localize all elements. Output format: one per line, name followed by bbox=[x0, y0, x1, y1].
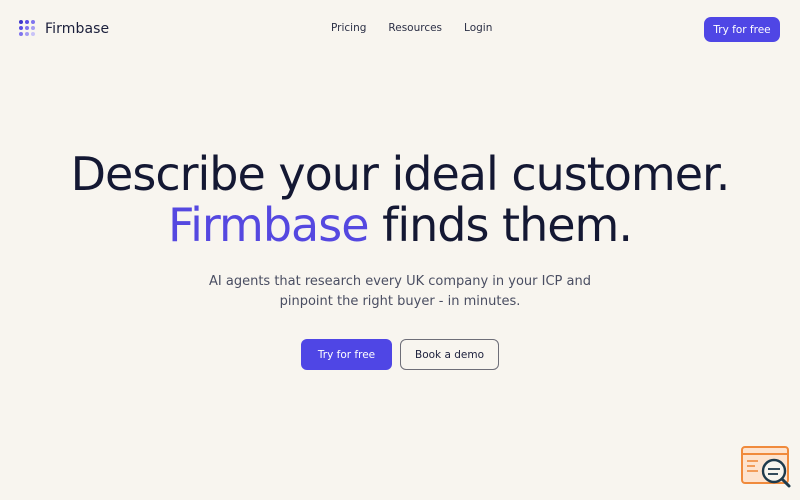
header-try-free-button[interactable]: Try for free bbox=[704, 17, 780, 42]
search-chat-widget-icon[interactable] bbox=[740, 444, 792, 490]
landing-page: Firmbase Pricing Resources Login Try for… bbox=[0, 0, 800, 500]
hero-try-free-button[interactable]: Try for free bbox=[301, 339, 392, 370]
hero-cta-group: Try for free Book a demo bbox=[301, 339, 499, 370]
main-nav: Pricing Resources Login bbox=[331, 22, 492, 34]
hero-headline-line-2: Firmbase finds them. bbox=[0, 200, 800, 251]
nav-item-resources[interactable]: Resources bbox=[388, 22, 442, 34]
hero-subtitle-line-1: AI agents that research every UK company… bbox=[209, 274, 591, 289]
brand-name: Firmbase bbox=[45, 20, 110, 37]
hero-headline-accent: Firmbase bbox=[168, 198, 369, 252]
hero-headline-rest: finds them. bbox=[368, 198, 633, 252]
hero-headline-line-1: Describe your ideal customer. bbox=[70, 147, 731, 201]
dot-grid-icon bbox=[19, 20, 36, 37]
logo-link[interactable]: Firmbase bbox=[19, 20, 109, 37]
site-header: Firmbase Pricing Resources Login Try for… bbox=[0, 0, 800, 60]
hero-subtitle-line-2: pinpoint the right buyer - in minutes. bbox=[279, 294, 521, 309]
book-demo-button[interactable]: Book a demo bbox=[400, 339, 499, 370]
hero-headline: Describe your ideal customer. Firmbase f… bbox=[0, 149, 800, 251]
nav-item-login[interactable]: Login bbox=[464, 22, 492, 34]
hero-subtitle: AI agents that research every UK company… bbox=[0, 272, 800, 312]
nav-item-pricing[interactable]: Pricing bbox=[331, 22, 366, 34]
